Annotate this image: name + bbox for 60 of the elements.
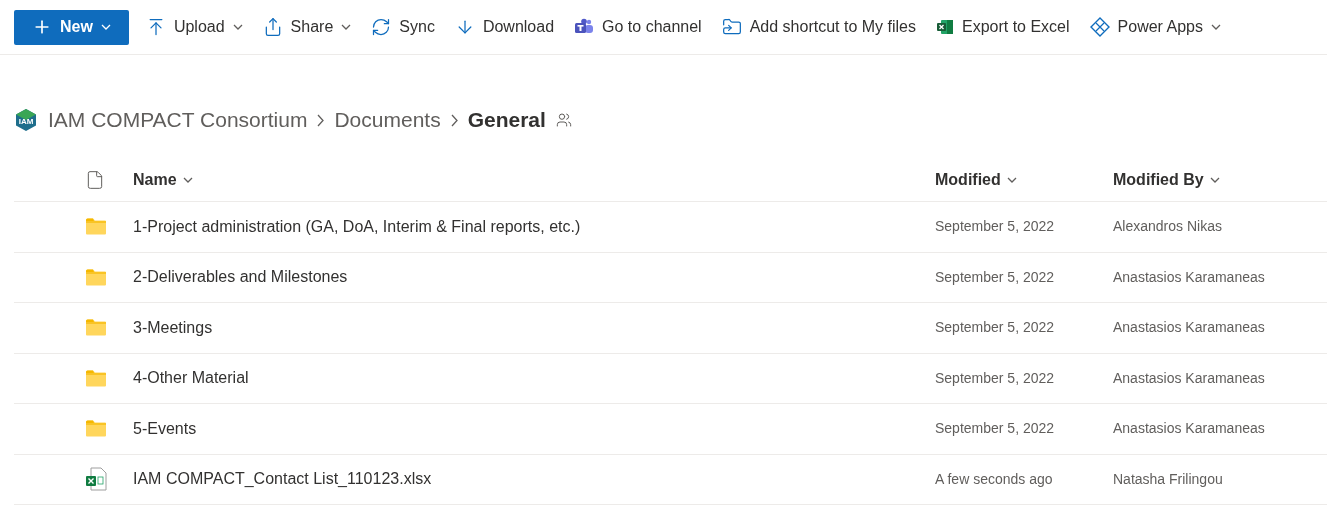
file-row[interactable]: 3-Meetings September 5, 2022 Anastasios Karamaneas	[14, 303, 1327, 354]
file-name[interactable]: 1-Project administration (GA, DoA, Interim & Final reports, etc.)	[133, 214, 935, 239]
file-row[interactable]: 2-Deliverables and Milestones September 5, 2022 Anastasios Karamaneas	[14, 252, 1327, 303]
file-type-icon	[85, 169, 105, 190]
new-button[interactable]: New	[14, 9, 129, 45]
people-icon	[555, 112, 572, 128]
toolbar-button[interactable]: Share	[255, 9, 359, 45]
file-name[interactable]: 4-Other Material	[133, 366, 935, 391]
spreadsheet-file-icon	[85, 467, 107, 492]
toolbar-button[interactable]: Go to channel	[567, 9, 709, 45]
modified-date: A few seconds ago	[935, 469, 1054, 489]
file-row[interactable]: 5-Events September 5, 2022 Anastasios Karamaneas	[14, 404, 1327, 455]
modified-by: Anastasios Karamaneas	[1113, 267, 1265, 287]
column-header[interactable]: Modified	[935, 167, 1017, 192]
toolbar-button[interactable]: Power Apps	[1082, 9, 1228, 45]
chevron-down-icon	[341, 24, 352, 30]
toolbar-button[interactable]: Add shortcut to My files	[714, 9, 923, 45]
file-name[interactable]: IAM COMPACT_Contact List_110123.xlsx	[133, 467, 935, 492]
diamond-icon	[1089, 17, 1110, 37]
column-header[interactable]: Name	[133, 167, 193, 192]
modified-by: Natasha Frilingou	[1113, 469, 1223, 489]
modified-date: September 5, 2022	[935, 318, 1056, 338]
folder-icon	[85, 369, 107, 387]
folder-icon	[85, 319, 107, 337]
chevron-down-icon	[100, 24, 111, 30]
toolbar-button[interactable]: Download	[447, 9, 562, 45]
file-row[interactable]: 1-Project administration (GA, DoA, Interim & Final reports, etc.) September 5, 2022 Alexandros Nikas	[14, 202, 1327, 253]
file-row[interactable]: IAM COMPACT_Contact List_110123.xlsx A few seconds ago Natasha Frilingou	[14, 454, 1327, 505]
breadcrumb-link[interactable]: General	[467, 104, 546, 136]
toolbar-button[interactable]: Sync	[364, 9, 442, 45]
chevron-down-icon	[1006, 176, 1017, 183]
file-name[interactable]: 2-Deliverables and Milestones	[133, 265, 935, 290]
modified-date: September 5, 2022	[935, 217, 1056, 237]
file-name[interactable]: 3-Meetings	[133, 315, 935, 340]
chevron-right-icon	[450, 113, 458, 127]
file-row[interactable]: 4-Other Material September 5, 2022 Anastasios Karamaneas	[14, 353, 1327, 404]
column-header[interactable]: Modified By	[1113, 167, 1220, 192]
chevron-down-icon	[182, 176, 193, 183]
sync-icon	[371, 17, 392, 37]
chevron-down-icon	[1210, 24, 1221, 30]
breadcrumb-link[interactable]: IAM COMPACT Consortium	[48, 104, 308, 136]
toolbar-button[interactable]: Export to Excel	[928, 9, 1077, 45]
toolbar-button[interactable]: Upload	[138, 9, 250, 45]
folder-link-icon	[721, 17, 742, 37]
folder-icon	[85, 218, 107, 236]
folder-icon	[85, 268, 107, 286]
modified-date: September 5, 2022	[935, 419, 1056, 439]
file-name[interactable]: 5-Events	[133, 416, 935, 441]
modified-date: September 5, 2022	[935, 267, 1056, 287]
modified-by: Alexandros Nikas	[1113, 217, 1222, 237]
modified-date: September 5, 2022	[935, 368, 1056, 388]
modified-by: Anastasios Karamaneas	[1113, 419, 1265, 439]
folder-icon	[85, 420, 107, 438]
chevron-down-icon	[232, 24, 243, 30]
modified-by: Anastasios Karamaneas	[1113, 368, 1265, 388]
breadcrumb-link[interactable]: Documents	[334, 104, 441, 136]
chevron-right-icon	[317, 113, 325, 127]
chevron-down-icon	[1209, 176, 1220, 183]
site-logo: IAM	[14, 108, 38, 132]
modified-by: Anastasios Karamaneas	[1113, 318, 1265, 338]
